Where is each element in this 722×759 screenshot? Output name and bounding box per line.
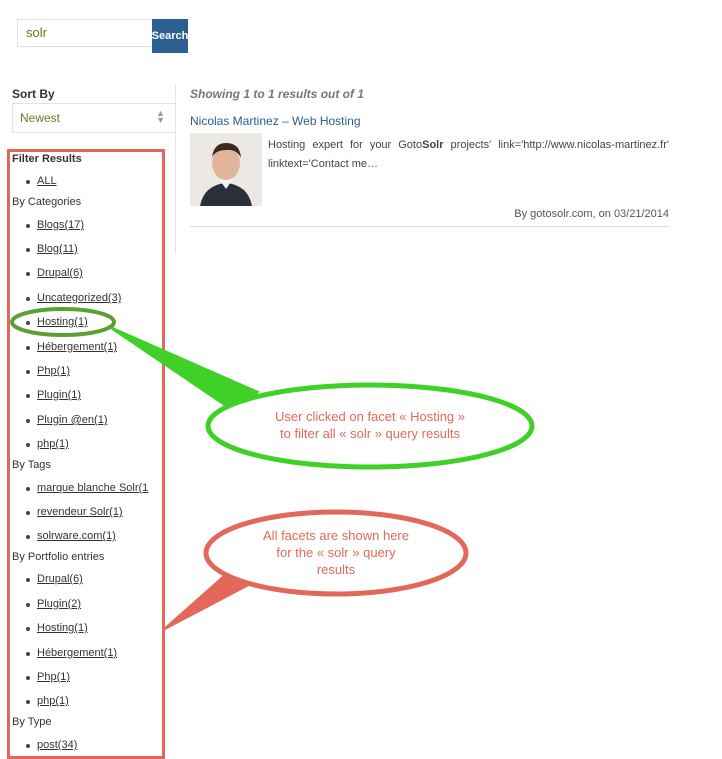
red-callout-text: All facets are shown here for the « solr…	[226, 527, 446, 578]
green-callout-text: User clicked on facet « Hosting » to fil…	[230, 408, 510, 442]
annotation-overlay	[10, 307, 535, 631]
green-callout-pointer	[107, 325, 261, 412]
green-callout-line: to filter all « solr » query results	[280, 426, 460, 441]
hosting-facet-highlight	[10, 307, 116, 337]
red-callout-line: for the « solr » query	[276, 545, 396, 560]
red-callout-line: results	[316, 562, 356, 577]
red-callout-line: All facets are shown here	[263, 528, 409, 543]
green-callout-line: User clicked on facet « Hosting »	[274, 409, 466, 424]
